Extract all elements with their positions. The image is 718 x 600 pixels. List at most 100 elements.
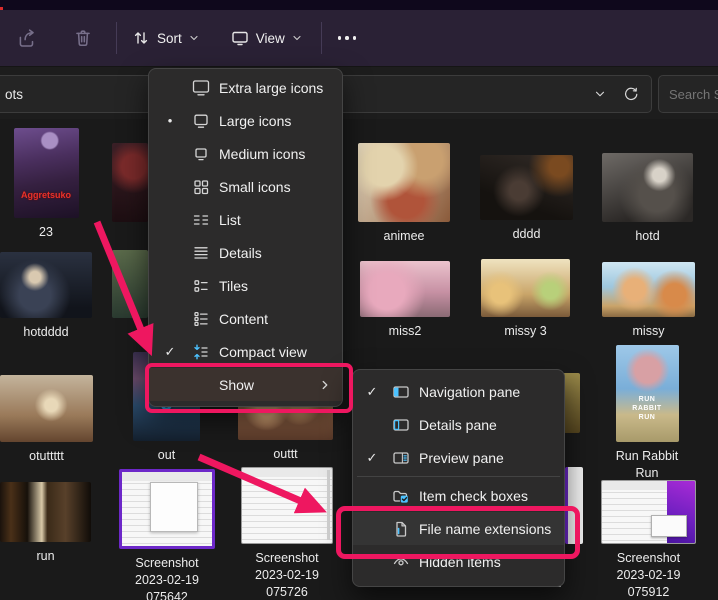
- file-item[interactable]: Screenshot 2023-02-19 075912: [602, 480, 695, 600]
- menu-item-show[interactable]: Show: [149, 368, 342, 401]
- submenu-item-file-name-extensions[interactable]: File name extensions: [353, 512, 564, 545]
- file-explorer-window: Sort View ots: [0, 0, 718, 600]
- file-name-label: run: [36, 548, 54, 565]
- monitor-icon: [230, 28, 250, 48]
- file-thumbnail: [0, 252, 92, 318]
- file-thumbnail: [358, 143, 450, 222]
- chevron-down-icon: [291, 32, 303, 44]
- file-name-label: hotdddd: [23, 324, 68, 341]
- sort-button[interactable]: Sort: [123, 22, 208, 54]
- file-name-label: Run Rabbit Run: [615, 448, 679, 482]
- file-thumbnail: [602, 262, 695, 317]
- file-item-partial[interactable]: [112, 143, 148, 222]
- file-thumbnail: [480, 155, 573, 220]
- toolbar-separator: [116, 22, 117, 54]
- share-icon: [16, 27, 38, 49]
- show-submenu: ✓ Navigation pane Details pane ✓: [352, 369, 565, 587]
- details-pane-icon: [383, 415, 419, 435]
- search-input[interactable]: [659, 87, 718, 102]
- list-icon: [183, 210, 219, 230]
- submenu-item-item-check-boxes[interactable]: Item check boxes: [353, 479, 564, 512]
- file-item[interactable]: animee: [358, 143, 450, 245]
- file-item-partial[interactable]: [565, 467, 583, 544]
- file-item[interactable]: otuttttt: [0, 375, 93, 465]
- file-thumbnail: [0, 482, 91, 542]
- file-item-partial[interactable]: [112, 250, 148, 318]
- file-thumbnail: [602, 153, 693, 222]
- menu-item-list[interactable]: List: [149, 203, 342, 236]
- file-name-label: Screenshot 2023-02-19 075726: [242, 550, 332, 600]
- poster-text: Aggretsuko: [14, 190, 79, 200]
- file-item[interactable]: Screenshot 2023-02-19 075726: [242, 467, 332, 600]
- file-item[interactable]: miss2: [360, 261, 450, 340]
- search-box[interactable]: [658, 75, 718, 113]
- file-item[interactable]: RUN RABBIT RUN Run Rabbit Run: [615, 345, 679, 482]
- monitor-m-icon: [183, 144, 219, 164]
- monitor-xl-icon: [183, 78, 219, 98]
- menu-item-details[interactable]: Details: [149, 236, 342, 269]
- trash-icon: [72, 27, 94, 49]
- file-thumbnail: Aggretsuko: [14, 128, 79, 218]
- delete-button[interactable]: [64, 21, 102, 55]
- view-button-label: View: [256, 31, 285, 46]
- menu-item-compact-view[interactable]: ✓ Compact view: [149, 335, 342, 368]
- tiles-icon: [183, 276, 219, 296]
- file-item[interactable]: missy 3: [481, 259, 570, 340]
- title-bar: [0, 0, 718, 10]
- submenu-item-navigation-pane[interactable]: ✓ Navigation pane: [353, 375, 564, 408]
- menu-item-content[interactable]: Content: [149, 302, 342, 335]
- hidden-items-eye-icon: [383, 552, 419, 572]
- details-icon: [183, 243, 219, 263]
- file-name-label: 23: [39, 224, 53, 241]
- address-chevron-down-icon[interactable]: [593, 87, 607, 101]
- file-item[interactable]: Screenshot 2023-02-19 075642: [122, 469, 212, 600]
- submenu-item-details-pane[interactable]: Details pane: [353, 408, 564, 441]
- menu-item-small-icons[interactable]: Small icons: [149, 170, 342, 203]
- file-item[interactable]: dddd: [480, 155, 573, 243]
- command-toolbar: Sort View: [0, 10, 718, 66]
- poster-text: RUN RABBIT RUN: [616, 395, 679, 422]
- file-thumbnail: RUN RABBIT RUN: [616, 345, 679, 442]
- menu-item-medium-icons[interactable]: Medium icons: [149, 137, 342, 170]
- share-button[interactable]: [8, 21, 46, 55]
- grid-icon: [183, 177, 219, 197]
- view-button[interactable]: View: [222, 22, 311, 54]
- sort-button-label: Sort: [157, 31, 182, 46]
- menu-separator: [357, 476, 560, 477]
- file-name-label: dddd: [513, 226, 541, 243]
- menu-item-tiles[interactable]: Tiles: [149, 269, 342, 302]
- file-name-label: animee: [384, 228, 425, 245]
- more-options-button[interactable]: [328, 36, 367, 40]
- chevron-down-icon: [188, 32, 200, 44]
- file-name-label: Screenshot 2023-02-19 075642: [122, 555, 212, 600]
- file-name-label: miss2: [389, 323, 422, 340]
- check-icon: ✓: [361, 384, 383, 400]
- content-icon: [183, 309, 219, 329]
- monitor-l-icon: [183, 111, 219, 131]
- file-name-label: outtt: [273, 446, 297, 463]
- file-thumbnail: [119, 469, 215, 549]
- file-name-label: hotd: [635, 228, 659, 245]
- submenu-item-preview-pane[interactable]: ✓ Preview pane: [353, 441, 564, 474]
- file-item-partial[interactable]: [563, 373, 580, 433]
- menu-item-extra-large-icons[interactable]: Extra large icons: [149, 71, 342, 104]
- file-item[interactable]: hotdddd: [0, 252, 92, 341]
- file-name-label: out: [158, 447, 175, 464]
- check-icon: ✓: [157, 344, 183, 360]
- view-dropdown-menu: Extra large icons • Large icons Medium i…: [148, 68, 343, 407]
- chevron-right-icon: [318, 378, 332, 392]
- menu-item-large-icons[interactable]: • Large icons: [149, 104, 342, 137]
- sort-icon: [131, 28, 151, 48]
- file-thumbnail: [241, 467, 333, 544]
- submenu-item-hidden-items[interactable]: Hidden items: [353, 545, 564, 578]
- file-item[interactable]: run: [0, 482, 91, 565]
- ellipsis-icon: [338, 36, 342, 40]
- file-item[interactable]: Aggretsuko 23: [13, 128, 79, 241]
- check-icon: ✓: [361, 450, 383, 466]
- file-thumbnail: [481, 259, 570, 317]
- file-item[interactable]: missy: [602, 262, 695, 340]
- file-item[interactable]: hotd: [602, 153, 693, 245]
- item-check-boxes-icon: [383, 486, 419, 506]
- file-name-label: missy: [633, 323, 665, 340]
- refresh-icon[interactable]: [623, 86, 639, 102]
